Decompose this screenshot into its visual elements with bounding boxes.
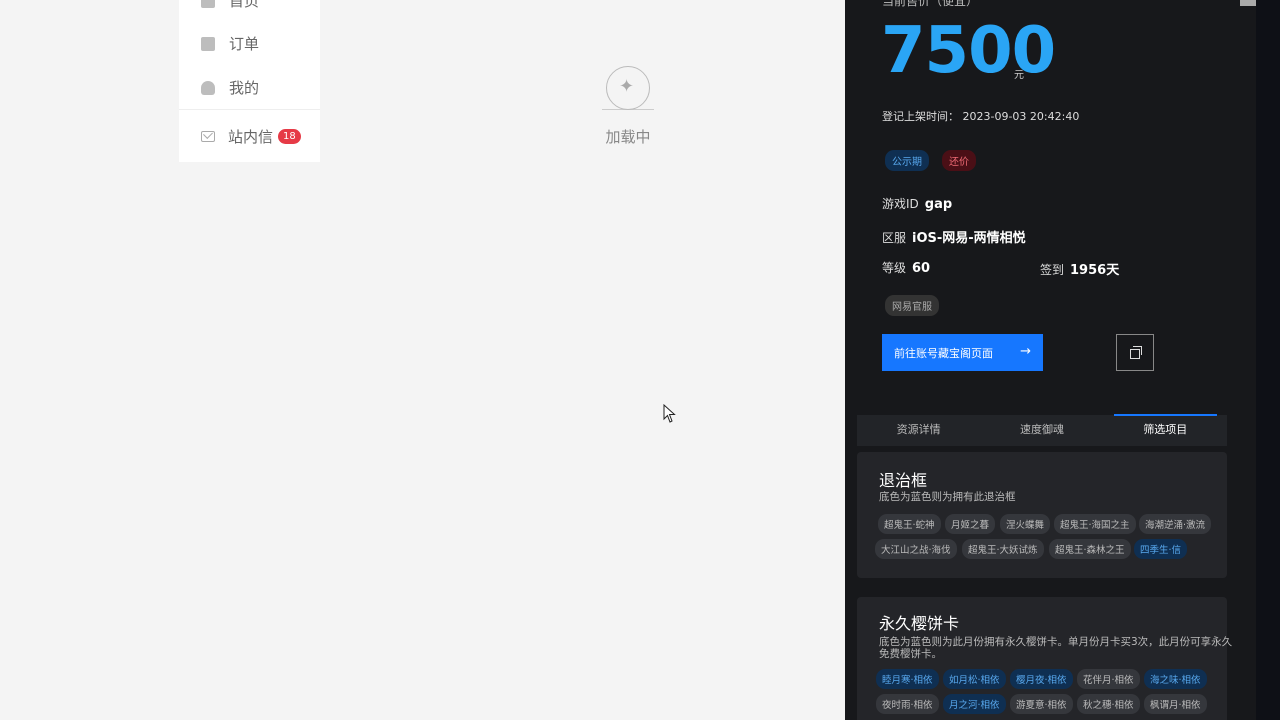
chip-item: 秋之穗·相依 <box>1077 694 1140 714</box>
card-desc: 底色为蓝色则为此月份拥有永久樱饼卡。单月份月卡买3次，此月份可享永久免费樱饼卡。 <box>879 636 1233 660</box>
goto-cbg-button[interactable]: 前往账号藏宝阁页面 → <box>882 334 1043 371</box>
goto-button-label: 前往账号藏宝阁页面 <box>894 346 993 360</box>
official-server-tag: 网易官服 <box>885 295 939 316</box>
copy-button[interactable] <box>1116 334 1154 371</box>
window-edge <box>1256 0 1280 720</box>
server-row: 区服 iOS-网易-两情相悦 <box>882 227 1026 246</box>
status-tag-bargain: 还价 <box>942 150 976 171</box>
side-nav: 首页 订单 我的 站内信 18 <box>179 0 320 162</box>
frame-card: 退治框 底色为蓝色则为拥有此退治框 超鬼王·蛇神 月姬之暮 涅火蝶舞 超鬼王·海… <box>857 452 1227 578</box>
signin-label: 签到 <box>1040 263 1065 277</box>
level-value: 60 <box>912 261 931 276</box>
chip-item-owned: 睦月寒·相依 <box>876 669 939 689</box>
chip-item: 涅火蝶舞 <box>1000 514 1051 534</box>
arrow-right-icon: → <box>1020 344 1031 359</box>
signin-row: 签到 1956天 <box>1040 259 1119 278</box>
signin-value: 1956天 <box>1070 263 1120 278</box>
level-label: 等级 <box>882 261 907 275</box>
chip-item: 枫谓月·相依 <box>1144 694 1207 714</box>
game-id-value: gap <box>924 197 953 212</box>
nav-item-orders[interactable]: 订单 <box>201 33 259 54</box>
nav-item-label: 订单 <box>229 35 260 53</box>
chip-item-owned: 海之味·相依 <box>1144 669 1207 689</box>
order-icon <box>201 36 215 51</box>
status-tag-publicity: 公示期 <box>885 150 929 171</box>
loading-icon: ✦ <box>606 66 650 110</box>
chip-item: 游夏意·相依 <box>1010 694 1073 714</box>
card-title: 永久樱饼卡 <box>879 614 960 633</box>
chip-item-owned: 樱月夜·相依 <box>1010 669 1073 689</box>
price-label: 当前售价（便宜） <box>882 0 979 8</box>
server-value: iOS-网易-两情相悦 <box>912 231 1026 246</box>
chip-item: 超鬼王·森林之王 <box>1049 539 1131 559</box>
nav-item-label: 首页 <box>229 0 260 10</box>
account-detail-panel: 当前售价（便宜） 7500 元 登记上架时间： 2023-09-03 20:42… <box>845 0 1256 720</box>
nav-item-mine[interactable]: 我的 <box>201 77 259 98</box>
price-unit: 元 <box>1014 70 1024 81</box>
nav-item-home[interactable]: 首页 <box>201 0 259 11</box>
level-row: 等级 60 <box>882 259 930 276</box>
mouse-cursor-icon <box>663 404 676 423</box>
tab-filter-items[interactable]: 筛选项目 <box>1104 414 1227 446</box>
card-title: 退治框 <box>879 471 928 490</box>
tab-speed-soul[interactable]: 速度御魂 <box>980 415 1103 446</box>
chip-item: 大江山之战·海伐 <box>875 539 957 559</box>
card-desc: 底色为蓝色则为拥有此退治框 <box>879 491 1016 503</box>
list-time: 登记上架时间： 2023-09-03 20:42:40 <box>882 110 1080 123</box>
server-label: 区服 <box>882 231 907 245</box>
chip-item-owned: 如月松·相依 <box>943 669 1006 689</box>
chip-item-owned: 月之河·相依 <box>943 694 1006 714</box>
loading-indicator: ✦ 加载中 <box>602 66 654 147</box>
chip-item: 月姬之暮 <box>945 514 996 534</box>
nav-item-label: 站内信 <box>228 128 274 146</box>
nav-item-label: 我的 <box>229 79 260 97</box>
game-id-label: 游戏ID <box>882 197 919 211</box>
game-id-row: 游戏ID gap <box>882 195 952 212</box>
chip-item-owned: 四季生·信 <box>1134 539 1188 559</box>
nav-divider <box>179 109 320 110</box>
unread-badge: 18 <box>278 129 301 144</box>
chip-item: 海潮逆涌·激流 <box>1139 514 1212 534</box>
mail-icon <box>201 131 215 142</box>
nav-item-messages[interactable]: 站内信 18 <box>201 126 301 147</box>
detail-tabs: 资源详情 速度御魂 筛选项目 <box>857 414 1227 446</box>
chip-item: 花伴月·相依 <box>1077 669 1140 689</box>
chip-item: 超鬼王·蛇神 <box>878 514 941 534</box>
chip-item: 超鬼王·大妖试炼 <box>962 539 1044 559</box>
loading-text: 加载中 <box>605 128 651 146</box>
user-icon <box>201 80 215 95</box>
sakura-card: 永久樱饼卡 底色为蓝色则为此月份拥有永久樱饼卡。单月份月卡买3次，此月份可享永久… <box>857 597 1232 720</box>
chip-item: 夜时雨·相依 <box>876 694 939 714</box>
chip-item: 超鬼王·海国之主 <box>1054 514 1136 534</box>
scrollbar-thumb[interactable] <box>1240 0 1256 6</box>
price-value: 7500 <box>881 14 1056 88</box>
home-icon <box>201 0 215 8</box>
tab-resource-details[interactable]: 资源详情 <box>857 415 980 446</box>
